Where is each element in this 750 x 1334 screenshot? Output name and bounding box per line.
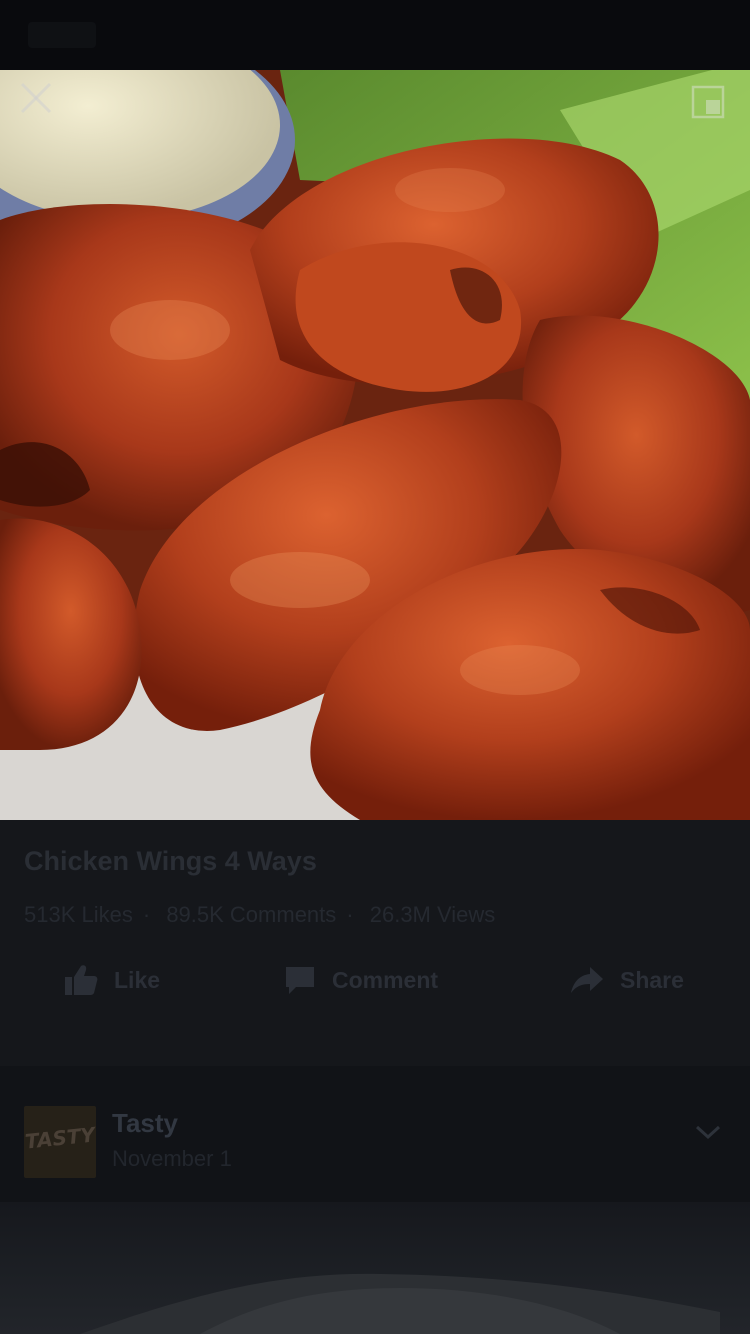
post-options-button[interactable]	[692, 1120, 724, 1144]
avatar-logo-text: TASTY	[24, 1122, 96, 1154]
chevron-down-icon	[695, 1125, 721, 1140]
engagement-stats[interactable]: 513K Likes · 89.5K Comments · 26.3M Views	[24, 902, 505, 928]
picture-in-picture-button[interactable]	[690, 84, 726, 120]
next-video-thumbnail	[80, 1273, 720, 1334]
likes-count[interactable]: 513K Likes	[24, 902, 133, 927]
thumbs-up-icon	[65, 965, 98, 995]
picture-in-picture-icon	[691, 85, 725, 119]
like-button[interactable]: Like	[64, 960, 160, 1000]
video-player[interactable]	[0, 70, 750, 820]
like-label: Like	[114, 966, 161, 993]
close-button[interactable]	[16, 78, 56, 118]
share-icon	[571, 967, 603, 993]
status-indicator	[28, 22, 96, 48]
page-avatar[interactable]: TASTY	[24, 1106, 96, 1178]
share-button[interactable]: Share	[570, 960, 684, 1000]
stats-separator: ·	[346, 902, 354, 927]
post-info-section: Chicken Wings 4 Ways 513K Likes · 89.5K C…	[0, 820, 750, 1066]
next-video-preview[interactable]	[0, 1202, 750, 1334]
close-icon	[20, 82, 52, 114]
stats-separator: ·	[142, 902, 151, 927]
comment-label: Comment	[332, 966, 439, 993]
share-label: Share	[620, 966, 684, 993]
video-title: Chicken Wings 4 Ways	[24, 846, 317, 876]
video-frame-image	[0, 70, 750, 820]
views-count: 26.3M Views	[369, 902, 496, 927]
post-header: TASTY Tasty November 1	[0, 1066, 750, 1202]
comment-icon	[286, 967, 314, 994]
post-date[interactable]: November 1	[112, 1146, 232, 1172]
comments-count[interactable]: 89.5K Comments	[166, 902, 336, 927]
status-bar	[0, 0, 750, 70]
comment-button[interactable]: Comment	[284, 960, 438, 1000]
page-name[interactable]: Tasty	[112, 1108, 178, 1139]
